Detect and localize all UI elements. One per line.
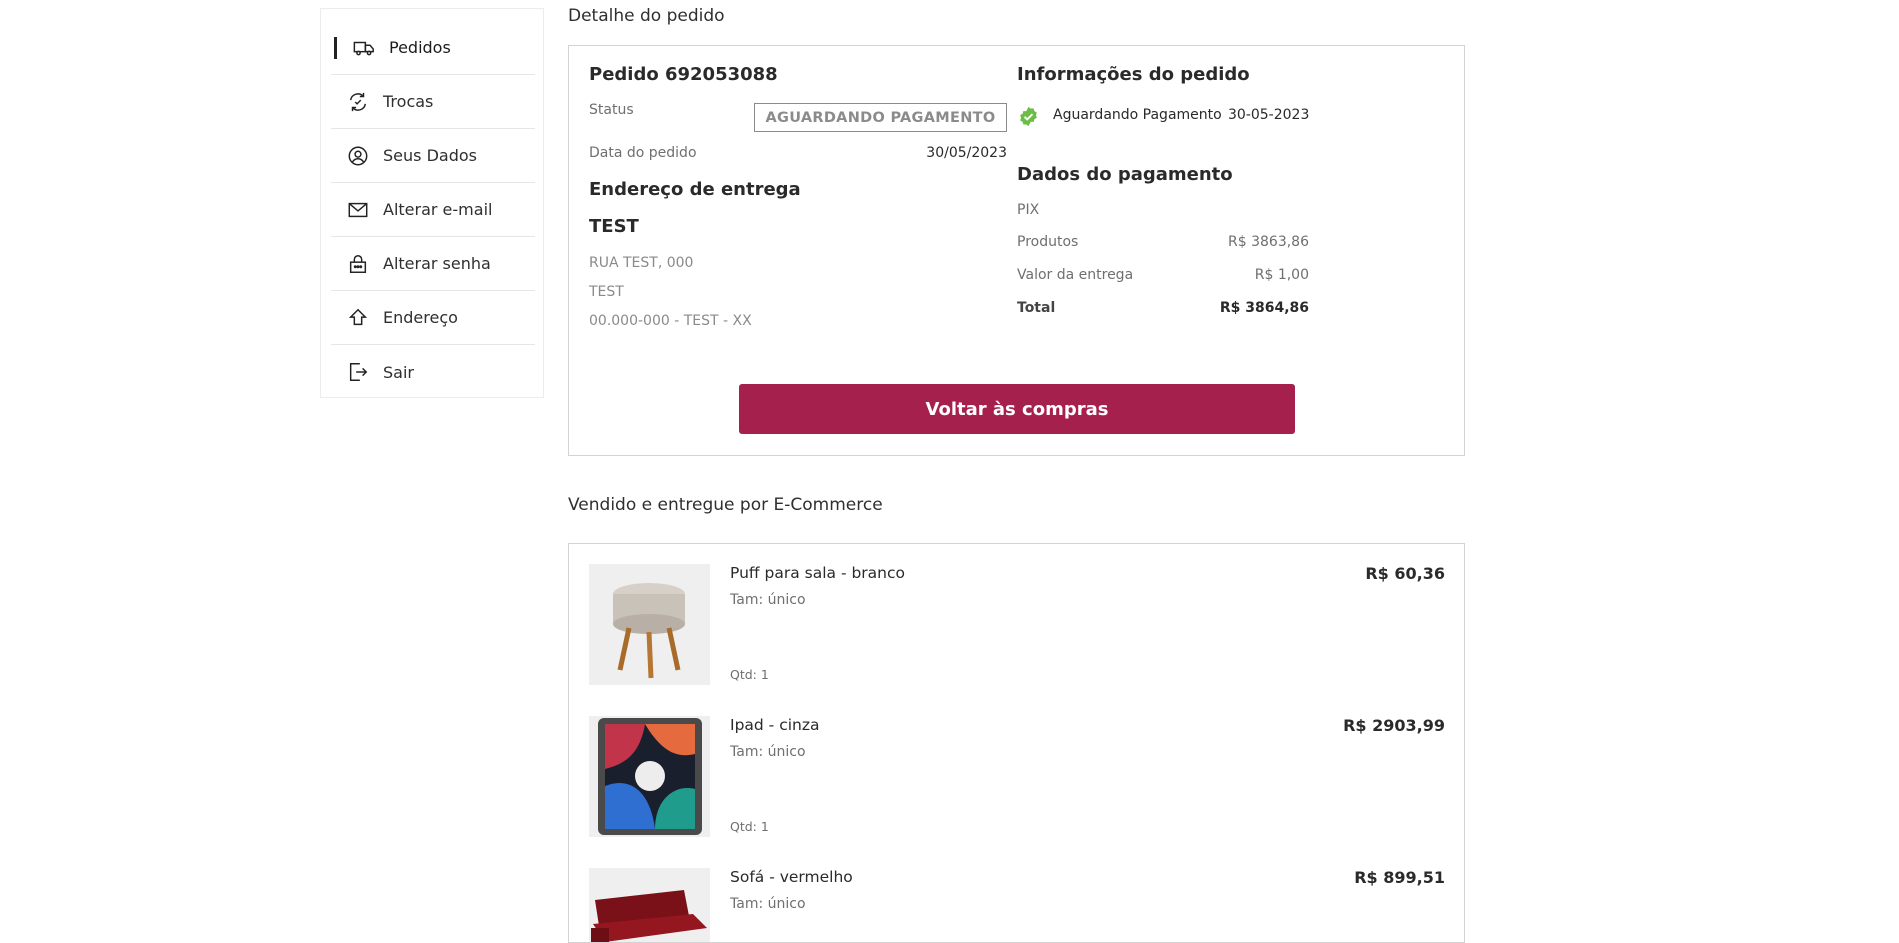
logout-icon bbox=[347, 361, 369, 383]
seller-title: Vendido e entregue por E-Commerce bbox=[568, 495, 883, 515]
order-info-status: Aguardando Pagamento bbox=[1053, 107, 1222, 123]
sidebar-item-label: Seus Dados bbox=[383, 146, 477, 165]
order-date-value: 30/05/2023 bbox=[926, 145, 1007, 161]
order-info-title: Informações do pedido bbox=[1017, 64, 1250, 85]
shipping-label: Valor da entrega bbox=[1017, 267, 1134, 283]
list-item: Puff para sala - branco Tam: único Qtd: … bbox=[589, 564, 1445, 685]
truck-icon bbox=[353, 37, 375, 59]
order-date-label: Data do pedido bbox=[589, 145, 697, 161]
product-price: R$ 2903,99 bbox=[1343, 716, 1445, 735]
product-quantity: Qtd: 1 bbox=[730, 819, 769, 834]
list-item: Ipad - cinza Tam: único Qtd: 1 R$ 2903,9… bbox=[589, 716, 1445, 837]
products-label: Produtos bbox=[1017, 234, 1079, 250]
check-badge-icon bbox=[1020, 106, 1037, 127]
address-line: RUA TEST, 000 bbox=[589, 255, 694, 271]
order-info-date: 30-05-2023 bbox=[1228, 107, 1310, 123]
sidebar-item-label: Alterar e-mail bbox=[383, 200, 493, 219]
product-price: R$ 60,36 bbox=[1365, 564, 1445, 583]
product-quantity: Qtd: 1 bbox=[730, 667, 769, 682]
sidebar-item-label: Sair bbox=[383, 362, 414, 382]
sidebar-item-label: Alterar senha bbox=[383, 254, 491, 273]
envelope-icon bbox=[347, 199, 369, 221]
exchange-icon bbox=[347, 91, 369, 113]
back-to-shopping-button[interactable]: Voltar às compras bbox=[739, 384, 1295, 434]
product-price: R$ 899,51 bbox=[1354, 868, 1445, 887]
total-value: R$ 3864,86 bbox=[1219, 300, 1309, 316]
product-name[interactable]: Puff para sala - branco bbox=[730, 564, 905, 582]
sidebar-item-label: Endereço bbox=[383, 308, 458, 327]
product-image-ipad[interactable] bbox=[589, 716, 710, 837]
product-size: Tam: único bbox=[730, 592, 806, 608]
sidebar-item-alterar-email[interactable]: Alterar e-mail bbox=[331, 183, 535, 237]
product-size: Tam: único bbox=[730, 744, 806, 760]
product-name[interactable]: Sofá - vermelho bbox=[730, 868, 853, 886]
sidebar-item-alterar-senha[interactable]: Alterar senha bbox=[331, 237, 535, 291]
total-label: Total bbox=[1017, 300, 1056, 316]
payment-method: PIX bbox=[1017, 202, 1040, 218]
product-name[interactable]: Ipad - cinza bbox=[730, 716, 819, 734]
active-indicator bbox=[334, 37, 337, 59]
lock-icon bbox=[347, 253, 369, 275]
order-number: Pedido 692053088 bbox=[589, 64, 778, 85]
product-image-puff[interactable] bbox=[589, 564, 710, 685]
order-detail-title: Detalhe do pedido bbox=[568, 6, 725, 26]
order-items-card: Puff para sala - branco Tam: único Qtd: … bbox=[568, 543, 1465, 943]
sidebar-item-label: Trocas bbox=[383, 92, 434, 111]
sidebar-item-pedidos[interactable]: Pedidos bbox=[331, 21, 535, 75]
payment-title: Dados do pagamento bbox=[1017, 164, 1233, 185]
address-line: 00.000-000 - TEST - XX bbox=[589, 313, 752, 329]
sidebar-item-trocas[interactable]: Trocas bbox=[331, 75, 535, 129]
status-label: Status bbox=[589, 102, 634, 118]
sidebar-item-seus-dados[interactable]: Seus Dados bbox=[331, 129, 535, 183]
shipping-value: R$ 1,00 bbox=[1254, 267, 1309, 283]
product-size: Tam: único bbox=[730, 896, 806, 912]
order-detail-card: Pedido 692053088 Status AGUARDANDO PAGAM… bbox=[568, 45, 1465, 456]
user-circle-icon bbox=[347, 145, 369, 167]
sidebar-item-label: Pedidos bbox=[389, 38, 451, 57]
status-badge: AGUARDANDO PAGAMENTO bbox=[754, 103, 1007, 132]
sidebar-item-endereco[interactable]: Endereço bbox=[331, 291, 535, 345]
shipping-address-title: Endereço de entrega bbox=[589, 179, 801, 200]
sidebar-item-sair[interactable]: Sair bbox=[331, 345, 535, 399]
arrow-up-home-icon bbox=[347, 307, 369, 329]
recipient-name: TEST bbox=[589, 216, 639, 237]
account-sidebar: Pedidos Trocas Seus Dados Alterar e-mail… bbox=[320, 8, 544, 398]
address-line: TEST bbox=[589, 284, 624, 300]
products-value: R$ 3863,86 bbox=[1228, 234, 1309, 250]
